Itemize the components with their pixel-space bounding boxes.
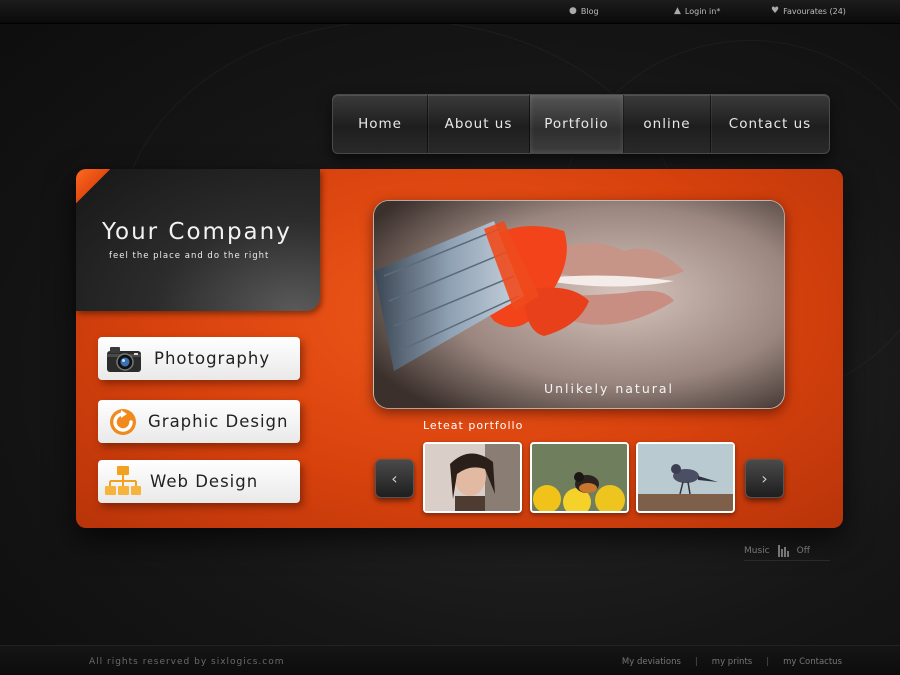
brand-corner-accent (76, 169, 110, 203)
thumbs-up-icon: ▲ (674, 6, 681, 16)
footer-link-deviations[interactable]: My deviations (622, 657, 681, 667)
nav-contact[interactable]: Contact us (711, 95, 829, 153)
graphic-design-button[interactable]: Graphic Design (98, 400, 300, 443)
music-toggle: Music Off (744, 541, 830, 561)
portfolio-thumb-bird-post[interactable] (636, 442, 735, 513)
login-link[interactable]: ▲ Login in* (674, 6, 720, 16)
nav-portfolio-label: Portfolio (544, 116, 609, 132)
hero-image: Unlikely natural (373, 200, 785, 409)
footer: All rights reserved by sixlogics.com My … (0, 645, 900, 675)
latest-portfolio-heading: Leteat portfollo (423, 419, 524, 432)
brand-box: Your Company feel the place and do the r… (76, 169, 320, 311)
top-bar: ● Blog ▲ Login in* ♥ Favourates (24) (0, 0, 900, 24)
footer-link-contact[interactable]: my Contactus (783, 657, 842, 667)
next-arrow-button[interactable]: › (745, 459, 784, 498)
heart-icon: ♥ (771, 6, 780, 16)
camera-icon (106, 345, 142, 373)
portfolio-thumb-bird-flowers[interactable] (530, 442, 629, 513)
favourites-link[interactable]: ♥ Favourates (24) (771, 6, 846, 16)
photography-button[interactable]: Photography (98, 337, 300, 380)
nav-portfolio[interactable]: Portfolio (530, 95, 624, 153)
nav-about[interactable]: About us (428, 95, 530, 153)
refresh-arrow-icon (108, 407, 138, 437)
footer-separator: | (766, 657, 770, 667)
company-name: Your Company (102, 219, 292, 245)
photography-label: Photography (154, 349, 271, 368)
music-bars-icon (777, 544, 789, 557)
footer-separator: | (694, 657, 698, 667)
nav-online-label: online (643, 116, 691, 132)
footer-link-prints[interactable]: my prints (712, 657, 752, 667)
copyright-text: All rights reserved by sixlogics.com (89, 657, 285, 667)
portfolio-thumb-portrait[interactable] (423, 442, 522, 513)
nav-home-label: Home (358, 116, 402, 132)
music-off-button[interactable]: Off (797, 546, 810, 556)
footer-links: My deviations | my prints | my Contactus (622, 657, 842, 667)
music-label: Music (744, 545, 770, 556)
lips-paintbrush-illustration (374, 201, 784, 408)
blog-label: Blog (580, 6, 599, 16)
main-nav: Home About us Portfolio online Contact u… (332, 94, 830, 154)
chevron-left-icon: ‹ (391, 469, 398, 488)
company-tagline: feel the place and do the right (109, 251, 270, 261)
nav-home[interactable]: Home (333, 95, 428, 153)
nav-online[interactable]: online (624, 95, 711, 153)
login-label: Login in* (684, 6, 721, 16)
hero-caption: Unlikely natural (543, 381, 675, 396)
chevron-right-icon: › (761, 469, 768, 488)
nav-about-label: About us (444, 116, 513, 132)
previous-arrow-button[interactable]: ‹ (375, 459, 414, 498)
favourites-label: Favourates (24) (783, 6, 846, 16)
web-design-button[interactable]: Web Design (98, 460, 300, 503)
people-icon: ● (569, 6, 577, 16)
web-design-label: Web Design (150, 472, 259, 491)
nav-contact-label: Contact us (728, 116, 812, 132)
blog-link[interactable]: ● Blog (569, 6, 599, 16)
sitemap-icon (104, 464, 142, 500)
graphic-design-label: Graphic Design (148, 412, 289, 431)
